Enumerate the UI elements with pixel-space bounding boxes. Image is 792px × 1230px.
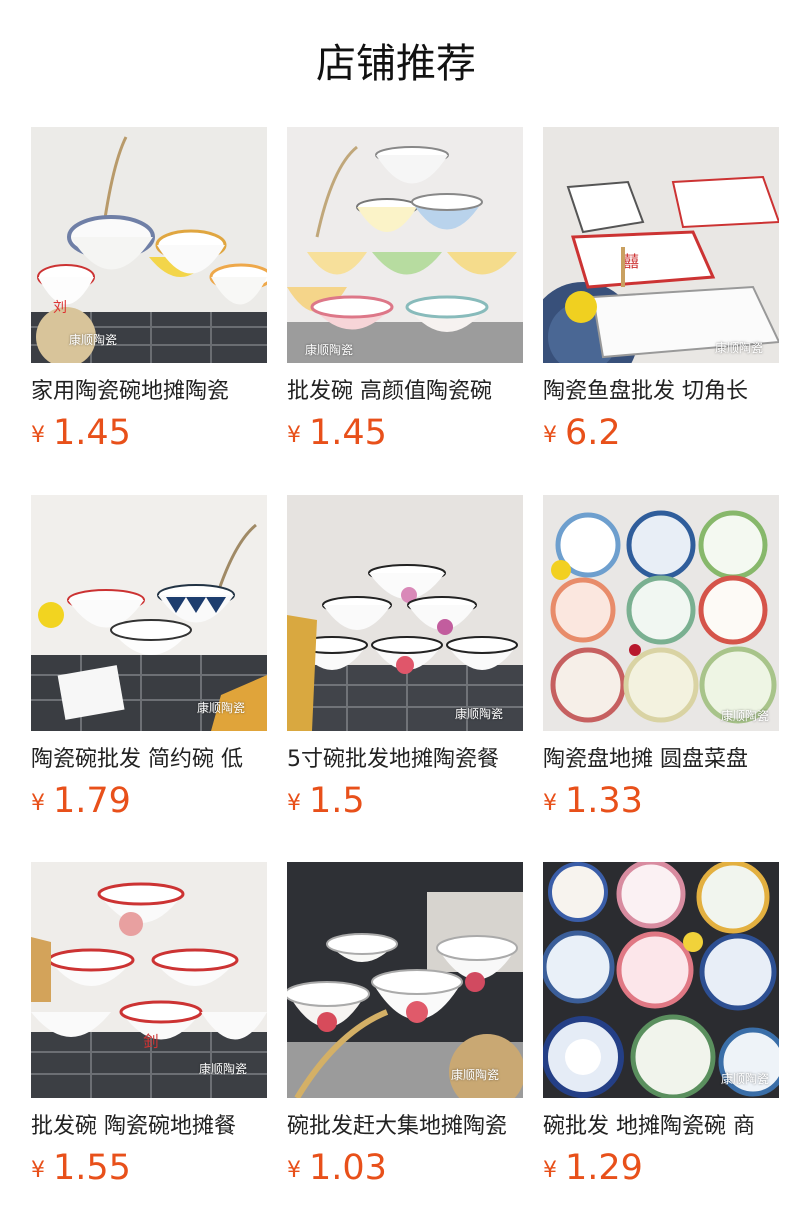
product-card[interactable]: 康顺陶瓷 碗批发赶大集地摊陶瓷 ¥1.03	[287, 862, 523, 1194]
currency-symbol: ¥	[287, 1158, 301, 1183]
watermark: 康顺陶瓷	[721, 709, 770, 723]
price-value: 1.5	[309, 781, 365, 821]
currency-symbol: ¥	[543, 1158, 557, 1183]
price-value: 1.29	[565, 1148, 643, 1188]
product-name[interactable]: 家用陶瓷碗地摊陶瓷	[31, 377, 267, 407]
price-value: 1.79	[53, 781, 131, 821]
price-value: 1.33	[565, 781, 643, 821]
product-image[interactable]: 刘 康顺陶瓷	[31, 127, 267, 363]
watermark: 康顺陶瓷	[199, 1062, 248, 1076]
product-price: ¥1.45	[31, 413, 267, 459]
product-price: ¥1.03	[287, 1148, 523, 1194]
product-name[interactable]: 陶瓷鱼盘批发 切角长	[543, 377, 779, 407]
product-card[interactable]: 康顺陶瓷 5寸碗批发地摊陶瓷餐 ¥1.5	[287, 495, 523, 827]
product-image[interactable]: 康顺陶瓷	[287, 862, 523, 1098]
watermark: 康顺陶瓷	[197, 701, 246, 715]
watermark: 康顺陶瓷	[455, 707, 504, 721]
product-price: ¥1.79	[31, 781, 267, 827]
watermark: 康顺陶瓷	[715, 341, 764, 355]
svg-text:刘: 刘	[53, 300, 67, 316]
product-image[interactable]: 康顺陶瓷	[287, 127, 523, 363]
watermark: 康顺陶瓷	[69, 333, 118, 347]
watermark: 康顺陶瓷	[305, 343, 354, 357]
page-title: 店铺推荐	[316, 41, 476, 87]
product-price: ¥6.2	[543, 413, 779, 459]
currency-symbol: ¥	[31, 791, 45, 816]
product-card[interactable]: 康顺陶瓷 陶瓷盘地摊 圆盘菜盘 ¥1.33	[543, 495, 779, 827]
currency-symbol: ¥	[287, 791, 301, 816]
currency-symbol: ¥	[287, 423, 301, 448]
currency-symbol: ¥	[31, 1158, 45, 1183]
product-card[interactable]: 康顺陶瓷 陶瓷碗批发 简约碗 低 ¥1.79	[31, 495, 267, 827]
product-price: ¥1.5	[287, 781, 523, 827]
product-image[interactable]: 康顺陶瓷	[543, 495, 779, 731]
watermark: 康顺陶瓷	[721, 1072, 770, 1086]
product-card[interactable]: 康顺陶瓷 碗批发 地摊陶瓷碗 商 ¥1.29	[543, 862, 779, 1194]
price-value: 1.55	[53, 1148, 131, 1188]
price-value: 1.03	[309, 1148, 387, 1188]
product-price: ¥1.55	[31, 1148, 267, 1194]
product-price: ¥1.45	[287, 413, 523, 459]
product-card[interactable]: 囍 康顺陶瓷 陶瓷鱼盘批发 切角长 ¥6.2	[543, 127, 779, 459]
product-name[interactable]: 碗批发 地摊陶瓷碗 商	[543, 1112, 779, 1142]
product-card[interactable]: 康顺陶瓷 批发碗 高颜值陶瓷碗 ¥1.45	[287, 127, 523, 459]
product-card[interactable]: 釗 康顺陶瓷 批发碗 陶瓷碗地摊餐 ¥1.55	[31, 862, 267, 1194]
product-card[interactable]: 刘 康顺陶瓷 家用陶瓷碗地摊陶瓷 ¥1.45	[31, 127, 267, 459]
svg-text:囍: 囍	[623, 252, 639, 271]
product-name[interactable]: 陶瓷碗批发 简约碗 低	[31, 745, 267, 775]
product-image[interactable]: 康顺陶瓷	[287, 495, 523, 731]
product-name[interactable]: 5寸碗批发地摊陶瓷餐	[287, 745, 523, 775]
product-name[interactable]: 批发碗 陶瓷碗地摊餐	[31, 1112, 267, 1142]
price-value: 6.2	[565, 413, 621, 453]
product-name[interactable]: 碗批发赶大集地摊陶瓷	[287, 1112, 523, 1142]
watermark: 康顺陶瓷	[451, 1068, 500, 1082]
product-image[interactable]: 囍 康顺陶瓷	[543, 127, 779, 363]
currency-symbol: ¥	[543, 423, 557, 448]
product-name[interactable]: 批发碗 高颜值陶瓷碗	[287, 377, 523, 407]
product-image[interactable]: 康顺陶瓷	[543, 862, 779, 1098]
product-image[interactable]: 釗 康顺陶瓷	[31, 862, 267, 1098]
price-value: 1.45	[309, 413, 387, 453]
svg-text:釗: 釗	[143, 1032, 159, 1051]
currency-symbol: ¥	[543, 791, 557, 816]
product-price: ¥1.29	[543, 1148, 779, 1194]
product-price: ¥1.33	[543, 781, 779, 827]
currency-symbol: ¥	[31, 423, 45, 448]
product-name[interactable]: 陶瓷盘地摊 圆盘菜盘	[543, 745, 779, 775]
product-image[interactable]: 康顺陶瓷	[31, 495, 267, 731]
price-value: 1.45	[53, 413, 131, 453]
